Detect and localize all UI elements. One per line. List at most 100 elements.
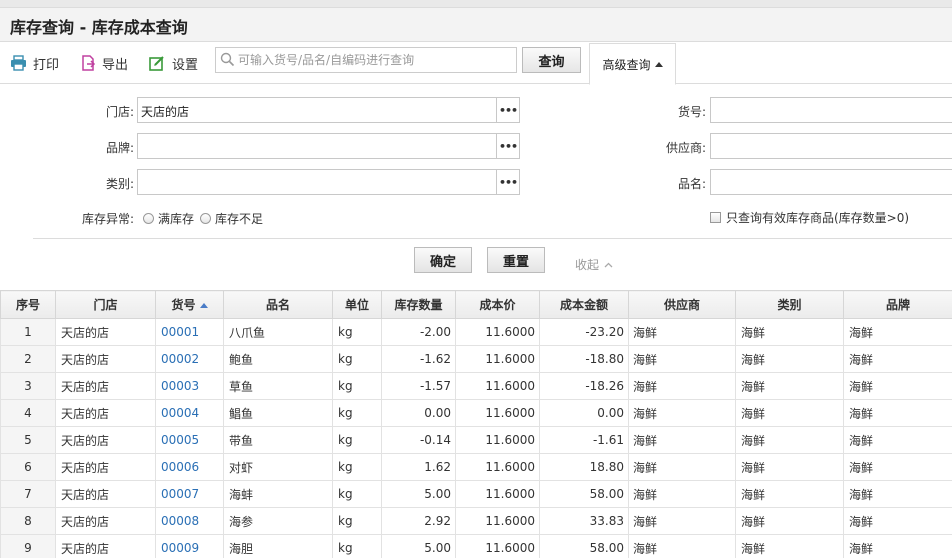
top-strip (0, 0, 952, 8)
cell-index: 1 (0, 318, 56, 346)
col-header-name[interactable]: 品名 (223, 290, 333, 319)
table-row[interactable]: 2 天店的店 00002 鲍鱼 kg -1.62 11.6000 -18.80 海鲜 海鲜 海鲜 (0, 345, 952, 373)
category-picker-button[interactable]: ••• (496, 170, 519, 194)
search-input[interactable] (238, 50, 512, 70)
col-header-code-label: 货号 (171, 298, 196, 312)
cell-code-link[interactable]: 00002 (155, 345, 224, 373)
col-header-index[interactable]: 序号 (0, 290, 56, 319)
stock-abnormal-label: 库存异常: (81, 212, 134, 226)
settings-label: 设置 (172, 57, 199, 73)
table-row[interactable]: 1 天店的店 00001 八爪鱼 kg -2.00 11.6000 -23.20 海鲜 海鲜 海鲜 (0, 318, 952, 346)
checkbox-box (710, 212, 721, 223)
cell-code-link[interactable]: 00001 (155, 318, 224, 346)
cell-quantity: -1.57 (381, 372, 456, 400)
cell-index: 3 (0, 372, 56, 400)
col-header-store[interactable]: 门店 (55, 290, 156, 319)
name-field[interactable] (710, 169, 952, 195)
cell-store: 天店的店 (55, 318, 156, 346)
brand-field[interactable]: ••• (137, 133, 520, 159)
cell-store: 天店的店 (55, 345, 156, 373)
col-header-cost-price[interactable]: 成本价 (455, 290, 540, 319)
settings-icon (149, 56, 164, 71)
table-row[interactable]: 8 天店的店 00008 海参 kg 2.92 11.6000 33.83 海鲜 海鲜 海鲜 (0, 507, 952, 535)
cell-cost-amount: 0.00 (539, 399, 629, 427)
cell-quantity: 0.00 (381, 399, 456, 427)
category-field[interactable]: ••• (137, 169, 520, 195)
table-header-row: 序号 门店 货号 品名 单位 库存数量 成本价 成本金额 供应商 类别 品牌 (0, 290, 952, 319)
cell-code-link[interactable]: 00005 (155, 426, 224, 454)
col-header-category[interactable]: 类别 (735, 290, 844, 319)
full-stock-radio[interactable]: 满库存 (143, 210, 194, 227)
cell-code-link[interactable]: 00006 (155, 453, 224, 481)
advanced-query-label: 高级查询 (602, 57, 651, 72)
only-valid-stock-checkbox[interactable]: 只查询有效库存商品(库存数量>0) (710, 209, 909, 226)
export-icon (82, 55, 96, 71)
col-header-cost-amount[interactable]: 成本金额 (539, 290, 629, 319)
cell-unit: kg (332, 372, 382, 400)
col-header-unit[interactable]: 单位 (332, 290, 382, 319)
advanced-query-tab[interactable]: 高级查询 (589, 43, 676, 85)
cell-quantity: 5.00 (381, 480, 456, 508)
col-header-quantity[interactable]: 库存数量 (381, 290, 456, 319)
cell-brand: 海鲜 (843, 399, 952, 427)
low-stock-radio[interactable]: 库存不足 (200, 210, 263, 227)
cell-brand: 海鲜 (843, 345, 952, 373)
cell-cost-amount: -1.61 (539, 426, 629, 454)
col-header-supplier[interactable]: 供应商 (628, 290, 736, 319)
cell-unit: kg (332, 426, 382, 454)
cell-code-link[interactable]: 00007 (155, 480, 224, 508)
cell-cost-amount: 58.00 (539, 480, 629, 508)
cell-code-link[interactable]: 00004 (155, 399, 224, 427)
table-row[interactable]: 6 天店的店 00006 对虾 kg 1.62 11.6000 18.80 海鲜 海鲜 海鲜 (0, 453, 952, 481)
cell-supplier: 海鲜 (628, 426, 736, 454)
store-picker-button[interactable]: ••• (496, 98, 519, 122)
supplier-field[interactable] (710, 133, 952, 159)
cell-cost-price: 11.6000 (455, 399, 540, 427)
table-row[interactable]: 5 天店的店 00005 带鱼 kg -0.14 11.6000 -1.61 海鲜 海鲜 海鲜 (0, 426, 952, 454)
printer-icon (11, 55, 26, 71)
cell-category: 海鲜 (735, 372, 844, 400)
cell-store: 天店的店 (55, 507, 156, 535)
col-header-brand[interactable]: 品牌 (843, 290, 952, 319)
cell-category: 海鲜 (735, 453, 844, 481)
cell-unit: kg (332, 534, 382, 558)
cell-cost-amount: 33.83 (539, 507, 629, 535)
table-row[interactable]: 7 天店的店 00007 海蚌 kg 5.00 11.6000 58.00 海鲜 海鲜 海鲜 (0, 480, 952, 508)
cell-name: 对虾 (223, 453, 333, 481)
settings-button[interactable]: 设置 (149, 52, 198, 74)
cell-code-link[interactable]: 00003 (155, 372, 224, 400)
print-button[interactable]: 打印 (10, 52, 59, 74)
code-field[interactable] (710, 97, 952, 123)
table-row[interactable]: 3 天店的店 00003 草鱼 kg -1.57 11.6000 -18.26 海鲜 海鲜 海鲜 (0, 372, 952, 400)
cell-cost-amount: 18.80 (539, 453, 629, 481)
cell-index: 6 (0, 453, 56, 481)
title-bar: 库存查询 - 库存成本查询 (0, 8, 952, 42)
cell-supplier: 海鲜 (628, 399, 736, 427)
col-header-code[interactable]: 货号 (155, 290, 224, 319)
export-button[interactable]: 导出 (80, 52, 128, 74)
collapse-toggle[interactable]: 收起 (575, 256, 613, 273)
cell-store: 天店的店 (55, 453, 156, 481)
brand-picker-button[interactable]: ••• (496, 134, 519, 158)
cell-unit: kg (332, 453, 382, 481)
confirm-button[interactable]: 确定 (414, 247, 472, 273)
query-button[interactable]: 查询 (522, 47, 581, 73)
cell-brand: 海鲜 (843, 453, 952, 481)
cell-cost-price: 11.6000 (455, 372, 540, 400)
cell-supplier: 海鲜 (628, 372, 736, 400)
cell-cost-amount: -18.26 (539, 372, 629, 400)
table-row[interactable]: 9 天店的店 00009 海胆 kg 5.00 11.6000 58.00 海鲜 海鲜 海鲜 (0, 534, 952, 558)
only-valid-stock-label: 只查询有效库存商品(库存数量>0) (726, 211, 910, 225)
cell-index: 7 (0, 480, 56, 508)
cell-index: 4 (0, 399, 56, 427)
filter-actions: 确定 重置 收起 (0, 240, 952, 290)
store-field[interactable]: 天店的店 ••• (137, 97, 520, 123)
cell-code-link[interactable]: 00008 (155, 507, 224, 535)
cell-cost-price: 11.6000 (455, 480, 540, 508)
table-row[interactable]: 4 天店的店 00004 鲳鱼 kg 0.00 11.6000 0.00 海鲜 海鲜 海鲜 (0, 399, 952, 427)
reset-button[interactable]: 重置 (487, 247, 545, 273)
cell-code-link[interactable]: 00009 (155, 534, 224, 558)
code-label: 货号: (677, 105, 706, 119)
cell-category: 海鲜 (735, 534, 844, 558)
cell-name: 八爪鱼 (223, 318, 333, 346)
